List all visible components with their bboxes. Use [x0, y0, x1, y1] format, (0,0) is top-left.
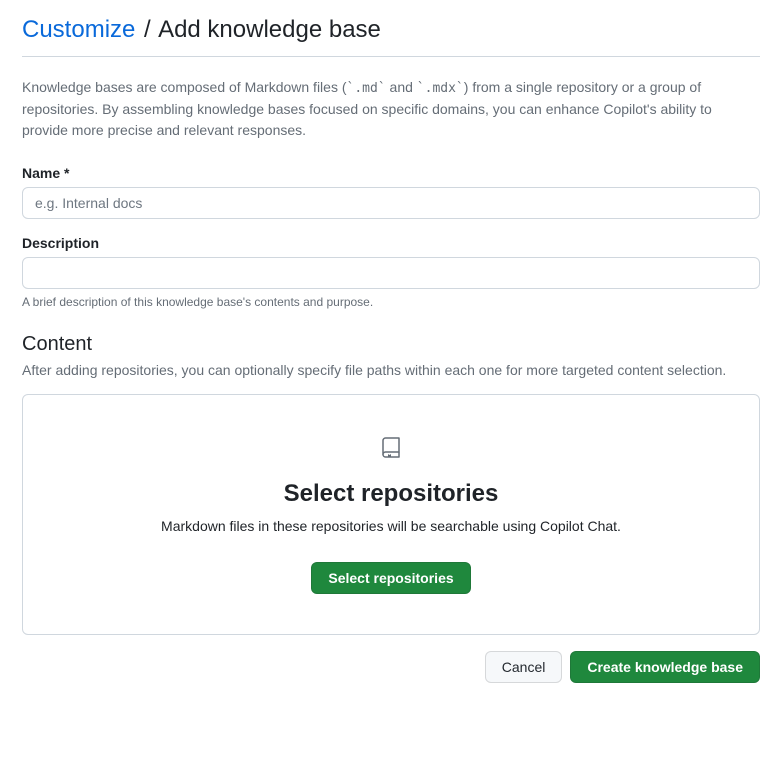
name-label: Name *: [22, 165, 760, 181]
form-actions: Cancel Create knowledge base: [22, 651, 760, 683]
repo-icon: [379, 435, 403, 459]
description-hint: A brief description of this knowledge ba…: [22, 295, 760, 309]
breadcrumb: Customize / Add knowledge base: [22, 16, 760, 57]
description-input[interactable]: [22, 257, 760, 289]
code-md: `.md`: [347, 81, 386, 96]
content-subtext: After adding repositories, you can optio…: [22, 362, 760, 378]
create-knowledge-base-button[interactable]: Create knowledge base: [570, 651, 760, 683]
repositories-blankslate: Select repositories Markdown files in th…: [22, 394, 760, 635]
breadcrumb-parent-link[interactable]: Customize: [22, 16, 135, 43]
intro-text: Knowledge bases are composed of Markdown…: [22, 77, 760, 141]
breadcrumb-current: Add knowledge base: [158, 16, 381, 43]
content-heading: Content: [22, 333, 760, 356]
name-input[interactable]: [22, 187, 760, 219]
select-repositories-button[interactable]: Select repositories: [311, 562, 470, 594]
description-field-group: Description A brief description of this …: [22, 235, 760, 309]
blankslate-title: Select repositories: [55, 480, 727, 508]
blankslate-text: Markdown files in these repositories wil…: [55, 518, 727, 534]
code-mdx: `.mdx`: [417, 81, 464, 96]
cancel-button[interactable]: Cancel: [485, 651, 563, 683]
name-field-group: Name *: [22, 165, 760, 219]
description-label: Description: [22, 235, 760, 251]
breadcrumb-separator: /: [144, 16, 151, 43]
